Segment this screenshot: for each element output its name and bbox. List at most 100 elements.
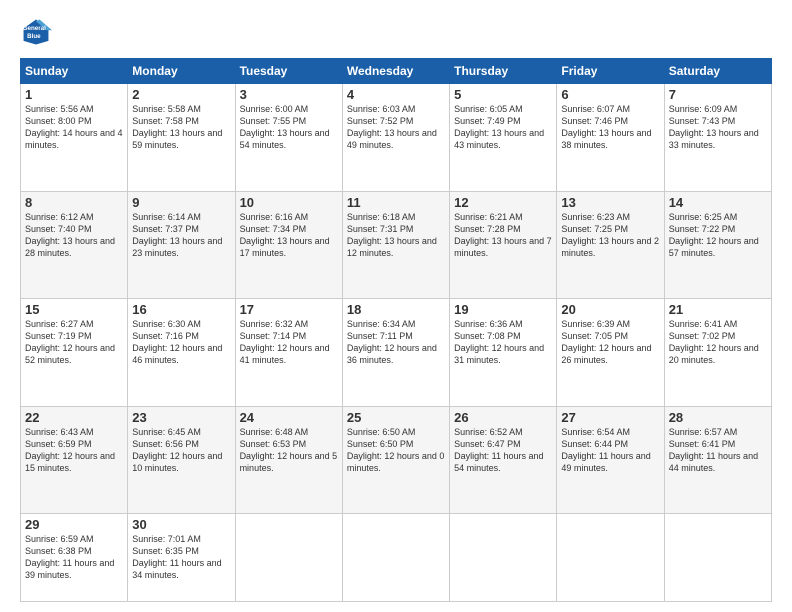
calendar-cell: 2Sunrise: 5:58 AMSunset: 7:58 PMDaylight…	[128, 84, 235, 192]
calendar-header-row: SundayMondayTuesdayWednesdayThursdayFrid…	[21, 59, 772, 84]
day-number: 11	[347, 195, 445, 210]
calendar-cell: 13Sunrise: 6:23 AMSunset: 7:25 PMDayligh…	[557, 191, 664, 299]
calendar-header-friday: Friday	[557, 59, 664, 84]
calendar-cell	[557, 514, 664, 602]
calendar-cell: 7Sunrise: 6:09 AMSunset: 7:43 PMDaylight…	[664, 84, 771, 192]
day-number: 12	[454, 195, 552, 210]
page: General Blue SundayMondayTuesdayWednesda…	[0, 0, 792, 612]
cell-info: Sunrise: 6:36 AMSunset: 7:08 PMDaylight:…	[454, 318, 552, 367]
day-number: 14	[669, 195, 767, 210]
day-number: 20	[561, 302, 659, 317]
cell-info: Sunrise: 6:48 AMSunset: 6:53 PMDaylight:…	[240, 426, 338, 475]
day-number: 6	[561, 87, 659, 102]
calendar-cell	[450, 514, 557, 602]
day-number: 1	[25, 87, 123, 102]
cell-info: Sunrise: 6:14 AMSunset: 7:37 PMDaylight:…	[132, 211, 230, 260]
cell-info: Sunrise: 6:16 AMSunset: 7:34 PMDaylight:…	[240, 211, 338, 260]
cell-info: Sunrise: 6:34 AMSunset: 7:11 PMDaylight:…	[347, 318, 445, 367]
calendar-cell: 8Sunrise: 6:12 AMSunset: 7:40 PMDaylight…	[21, 191, 128, 299]
cell-info: Sunrise: 6:12 AMSunset: 7:40 PMDaylight:…	[25, 211, 123, 260]
calendar-cell: 30Sunrise: 7:01 AMSunset: 6:35 PMDayligh…	[128, 514, 235, 602]
calendar-week-row: 29Sunrise: 6:59 AMSunset: 6:38 PMDayligh…	[21, 514, 772, 602]
calendar-cell: 22Sunrise: 6:43 AMSunset: 6:59 PMDayligh…	[21, 406, 128, 514]
day-number: 18	[347, 302, 445, 317]
calendar-header-tuesday: Tuesday	[235, 59, 342, 84]
cell-info: Sunrise: 6:32 AMSunset: 7:14 PMDaylight:…	[240, 318, 338, 367]
day-number: 13	[561, 195, 659, 210]
cell-info: Sunrise: 6:30 AMSunset: 7:16 PMDaylight:…	[132, 318, 230, 367]
cell-info: Sunrise: 6:50 AMSunset: 6:50 PMDaylight:…	[347, 426, 445, 475]
calendar-week-row: 22Sunrise: 6:43 AMSunset: 6:59 PMDayligh…	[21, 406, 772, 514]
header: General Blue	[20, 16, 772, 48]
cell-info: Sunrise: 5:58 AMSunset: 7:58 PMDaylight:…	[132, 103, 230, 152]
day-number: 17	[240, 302, 338, 317]
cell-info: Sunrise: 6:03 AMSunset: 7:52 PMDaylight:…	[347, 103, 445, 152]
svg-text:Blue: Blue	[27, 33, 41, 40]
calendar-cell: 25Sunrise: 6:50 AMSunset: 6:50 PMDayligh…	[342, 406, 449, 514]
day-number: 26	[454, 410, 552, 425]
day-number: 30	[132, 517, 230, 532]
cell-info: Sunrise: 6:23 AMSunset: 7:25 PMDaylight:…	[561, 211, 659, 260]
day-number: 27	[561, 410, 659, 425]
calendar-cell: 28Sunrise: 6:57 AMSunset: 6:41 PMDayligh…	[664, 406, 771, 514]
calendar-cell: 20Sunrise: 6:39 AMSunset: 7:05 PMDayligh…	[557, 299, 664, 407]
day-number: 28	[669, 410, 767, 425]
calendar-cell	[342, 514, 449, 602]
day-number: 4	[347, 87, 445, 102]
day-number: 8	[25, 195, 123, 210]
calendar-cell: 29Sunrise: 6:59 AMSunset: 6:38 PMDayligh…	[21, 514, 128, 602]
calendar-header-monday: Monday	[128, 59, 235, 84]
day-number: 16	[132, 302, 230, 317]
calendar-cell: 15Sunrise: 6:27 AMSunset: 7:19 PMDayligh…	[21, 299, 128, 407]
logo: General Blue	[20, 16, 56, 48]
cell-info: Sunrise: 6:41 AMSunset: 7:02 PMDaylight:…	[669, 318, 767, 367]
cell-info: Sunrise: 6:18 AMSunset: 7:31 PMDaylight:…	[347, 211, 445, 260]
calendar-cell: 11Sunrise: 6:18 AMSunset: 7:31 PMDayligh…	[342, 191, 449, 299]
calendar-header-saturday: Saturday	[664, 59, 771, 84]
day-number: 29	[25, 517, 123, 532]
calendar-week-row: 1Sunrise: 5:56 AMSunset: 8:00 PMDaylight…	[21, 84, 772, 192]
calendar-header-thursday: Thursday	[450, 59, 557, 84]
calendar-header-wednesday: Wednesday	[342, 59, 449, 84]
day-number: 9	[132, 195, 230, 210]
calendar-cell: 9Sunrise: 6:14 AMSunset: 7:37 PMDaylight…	[128, 191, 235, 299]
calendar-cell: 19Sunrise: 6:36 AMSunset: 7:08 PMDayligh…	[450, 299, 557, 407]
calendar-cell: 14Sunrise: 6:25 AMSunset: 7:22 PMDayligh…	[664, 191, 771, 299]
calendar-cell: 24Sunrise: 6:48 AMSunset: 6:53 PMDayligh…	[235, 406, 342, 514]
calendar-cell: 16Sunrise: 6:30 AMSunset: 7:16 PMDayligh…	[128, 299, 235, 407]
calendar-cell: 12Sunrise: 6:21 AMSunset: 7:28 PMDayligh…	[450, 191, 557, 299]
day-number: 22	[25, 410, 123, 425]
calendar-week-row: 8Sunrise: 6:12 AMSunset: 7:40 PMDaylight…	[21, 191, 772, 299]
calendar-cell: 4Sunrise: 6:03 AMSunset: 7:52 PMDaylight…	[342, 84, 449, 192]
day-number: 5	[454, 87, 552, 102]
day-number: 24	[240, 410, 338, 425]
calendar-cell: 27Sunrise: 6:54 AMSunset: 6:44 PMDayligh…	[557, 406, 664, 514]
cell-info: Sunrise: 5:56 AMSunset: 8:00 PMDaylight:…	[25, 103, 123, 152]
day-number: 25	[347, 410, 445, 425]
day-number: 3	[240, 87, 338, 102]
svg-text:General: General	[23, 25, 46, 32]
cell-info: Sunrise: 6:07 AMSunset: 7:46 PMDaylight:…	[561, 103, 659, 152]
cell-info: Sunrise: 6:05 AMSunset: 7:49 PMDaylight:…	[454, 103, 552, 152]
calendar-cell: 3Sunrise: 6:00 AMSunset: 7:55 PMDaylight…	[235, 84, 342, 192]
calendar-cell: 1Sunrise: 5:56 AMSunset: 8:00 PMDaylight…	[21, 84, 128, 192]
calendar-week-row: 15Sunrise: 6:27 AMSunset: 7:19 PMDayligh…	[21, 299, 772, 407]
calendar-cell: 23Sunrise: 6:45 AMSunset: 6:56 PMDayligh…	[128, 406, 235, 514]
cell-info: Sunrise: 6:25 AMSunset: 7:22 PMDaylight:…	[669, 211, 767, 260]
cell-info: Sunrise: 6:09 AMSunset: 7:43 PMDaylight:…	[669, 103, 767, 152]
calendar-cell: 5Sunrise: 6:05 AMSunset: 7:49 PMDaylight…	[450, 84, 557, 192]
calendar-cell: 6Sunrise: 6:07 AMSunset: 7:46 PMDaylight…	[557, 84, 664, 192]
day-number: 19	[454, 302, 552, 317]
day-number: 10	[240, 195, 338, 210]
day-number: 7	[669, 87, 767, 102]
cell-info: Sunrise: 6:54 AMSunset: 6:44 PMDaylight:…	[561, 426, 659, 475]
cell-info: Sunrise: 7:01 AMSunset: 6:35 PMDaylight:…	[132, 533, 230, 582]
day-number: 21	[669, 302, 767, 317]
calendar-table: SundayMondayTuesdayWednesdayThursdayFrid…	[20, 58, 772, 602]
calendar-cell: 26Sunrise: 6:52 AMSunset: 6:47 PMDayligh…	[450, 406, 557, 514]
cell-info: Sunrise: 6:27 AMSunset: 7:19 PMDaylight:…	[25, 318, 123, 367]
cell-info: Sunrise: 6:45 AMSunset: 6:56 PMDaylight:…	[132, 426, 230, 475]
calendar-cell	[664, 514, 771, 602]
calendar-cell	[235, 514, 342, 602]
day-number: 23	[132, 410, 230, 425]
